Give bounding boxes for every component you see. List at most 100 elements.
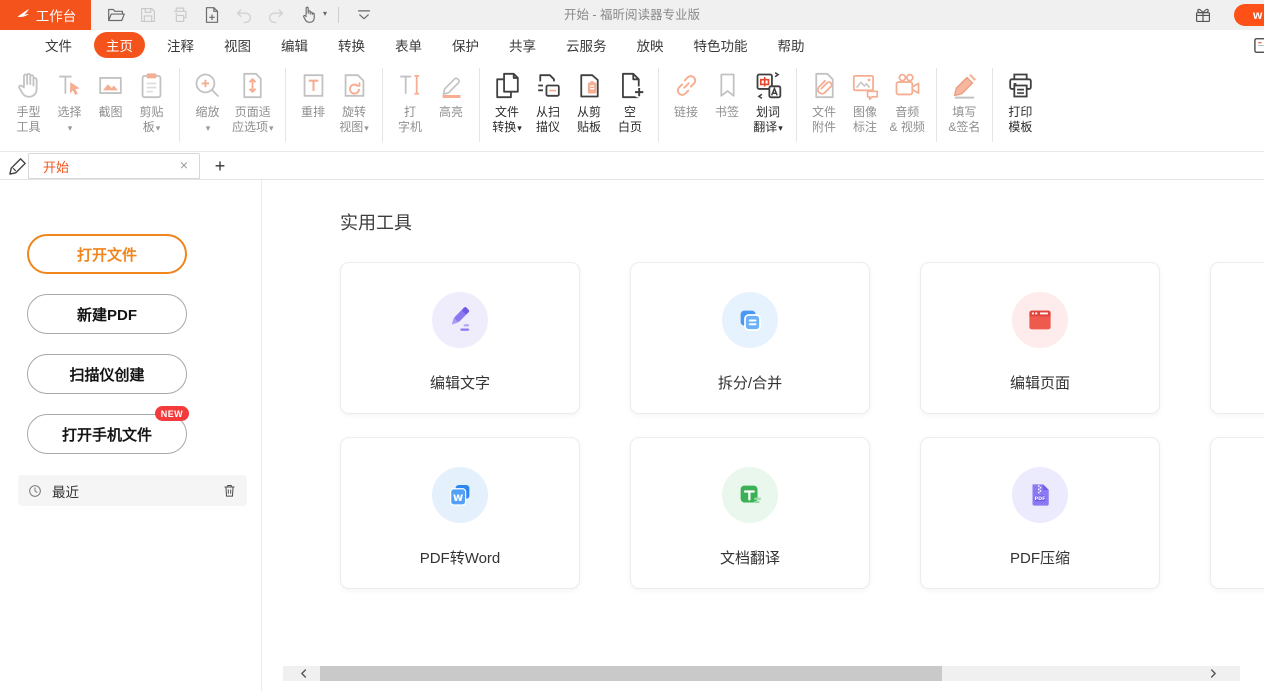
ribbon-button-label: 选择▾ [57, 105, 81, 136]
ribbon-button-label: 文件转换▾ [492, 105, 522, 136]
promo-button[interactable]: w [1234, 4, 1264, 26]
tab-close-icon[interactable]: × [175, 157, 193, 175]
from-scanner-button[interactable]: 从扫描仪 [528, 67, 569, 135]
ribbon-button-label: 链接 [674, 105, 698, 120]
pdf-compress-icon: PDF [1025, 480, 1055, 510]
menu-item[interactable]: 共享 [509, 35, 536, 55]
ribbon-button-label: 重排 [301, 105, 325, 120]
save-icon [137, 4, 159, 26]
card-label: 编辑页面 [921, 372, 1159, 393]
print-template-button[interactable]: 打印模板 [1000, 67, 1041, 135]
card-partial-1[interactable] [1210, 262, 1264, 414]
card-partial-2[interactable] [1210, 437, 1264, 589]
pdf-to-word-icon: w [445, 480, 475, 510]
trash-icon[interactable] [221, 482, 238, 499]
customize-toolbar-button[interactable] [353, 4, 375, 26]
link-icon [670, 69, 703, 102]
card-label: 文档翻译 [631, 547, 869, 568]
recent-bar[interactable]: 最近 [18, 475, 247, 506]
reflow-button[interactable]: 重排 [293, 67, 334, 120]
card-label: PDF压缩 [921, 547, 1159, 568]
snapshot-button[interactable]: 截图 [90, 67, 131, 120]
sidebar-buttons: 打开文件新建PDF 扫描仪创建打开手机文件NEW [0, 180, 261, 454]
undo-button[interactable] [233, 4, 255, 26]
menu-item[interactable]: 云服务 [566, 35, 607, 55]
open-folder-icon [105, 4, 127, 26]
button-label: 扫描仪创建 [69, 367, 144, 384]
new-tab-button[interactable]: + [209, 154, 231, 178]
sidebar-new-pdf-button[interactable]: 新建PDF [27, 294, 187, 334]
scroll-right-icon[interactable] [1204, 667, 1222, 680]
fill-sign-button[interactable]: 填写&签名 [944, 67, 985, 135]
card-edit-page[interactable]: 编辑页面 [920, 262, 1160, 414]
button-label: 新建PDF [77, 307, 137, 324]
card-pdf-compress[interactable]: PDF PDF压缩 [920, 437, 1160, 589]
scroll-left-icon[interactable] [295, 667, 313, 680]
ribbon-button-label: 页面适应选项▾ [232, 105, 274, 136]
highlight-button[interactable]: 高亮 [431, 67, 472, 120]
page-fit-button[interactable]: 页面适应选项▾ [228, 67, 278, 136]
sidebar-open-mobile-file-button[interactable]: 打开手机文件NEW [27, 414, 187, 454]
open-folder-button[interactable] [105, 4, 127, 26]
menu-item[interactable]: 注释 [167, 35, 194, 55]
from-clipboard-icon [573, 69, 606, 102]
hand-tool-button[interactable]: 手型工具 [8, 67, 49, 135]
doc-translate-icon [735, 480, 765, 510]
menu-item[interactable]: 主页 [94, 32, 145, 58]
link-button[interactable]: 链接 [666, 67, 707, 120]
bookmark-button[interactable]: 书签 [707, 67, 748, 120]
from-clipboard-button[interactable]: 从剪贴板 [569, 67, 610, 135]
clipped-toolbar-icon[interactable] [1253, 37, 1264, 54]
dropdown-caret-icon: ▾ [323, 9, 327, 18]
clipboard-button[interactable]: 剪贴板▾ [131, 67, 172, 136]
sidebar-scanner-create-button[interactable]: 扫描仪创建 [27, 354, 187, 394]
horizontal-scrollbar[interactable] [283, 666, 1240, 681]
file-convert-icon [491, 69, 524, 102]
file-convert-button[interactable]: 文件转换▾ [487, 67, 528, 136]
image-annotation-icon [849, 69, 882, 102]
foxit-logo-icon [15, 7, 31, 23]
menu-item[interactable]: 表单 [395, 35, 422, 55]
save-button[interactable] [137, 4, 159, 26]
typewriter-button[interactable]: 打字机 [390, 67, 431, 135]
menu-item[interactable]: 保护 [452, 35, 479, 55]
card-doc-translate[interactable]: 文档翻译 [630, 437, 870, 589]
file-attachment-button[interactable]: 文件附件 [804, 67, 845, 135]
recent-label: 最近 [52, 481, 221, 501]
menu-item[interactable]: 特色功能 [694, 35, 748, 55]
pen-icon[interactable] [7, 155, 29, 177]
sidebar-open-file-button[interactable]: 打开文件 [27, 234, 187, 274]
blank-page-button[interactable]: 空白页 [610, 67, 651, 135]
menu-item[interactable]: 帮助 [778, 35, 805, 55]
select-tool-button[interactable]: 选择▾ [49, 67, 90, 136]
image-annotation-button[interactable]: 图像标注 [845, 67, 886, 135]
card-pdf-to-word[interactable]: wPDF转Word [340, 437, 580, 589]
snapshot-icon [94, 69, 127, 102]
rotate-view-button[interactable]: 旋转视图▾ [334, 67, 375, 136]
hand-pointer-button[interactable]: ▾ [297, 4, 319, 26]
menu-item[interactable]: 转换 [338, 35, 365, 55]
file-attachment-icon [808, 69, 841, 102]
gift-button[interactable] [1192, 4, 1214, 26]
tab-start[interactable]: 开始 × [28, 153, 200, 179]
new-page-button[interactable] [201, 4, 223, 26]
new-page-icon [201, 4, 223, 26]
menu-item[interactable]: 视图 [224, 35, 251, 55]
gift-icon [1192, 4, 1214, 26]
audio-video-button[interactable]: 音频& 视频 [886, 67, 929, 135]
card-split-merge[interactable]: 拆分/合并 [630, 262, 870, 414]
tab-label: 开始 [43, 157, 175, 176]
menu-item[interactable]: 文件 [45, 35, 72, 55]
translate-button[interactable]: 划词翻译▾ [748, 67, 789, 136]
ribbon-button-label: 音频& 视频 [890, 105, 925, 135]
redo-button[interactable] [265, 4, 287, 26]
ribbon-button-label: 空白页 [618, 105, 642, 135]
ribbon-button-label: 旋转视图▾ [339, 105, 369, 136]
menu-item[interactable]: 放映 [637, 35, 664, 55]
card-edit-text[interactable]: 编辑文字 [340, 262, 580, 414]
zoom-tool-button[interactable]: 缩放▾ [187, 67, 228, 136]
scrollbar-thumb[interactable] [320, 666, 942, 681]
menu-item[interactable]: 编辑 [281, 35, 308, 55]
workspace-button[interactable]: 工作台 [0, 0, 91, 30]
print-button[interactable] [169, 4, 191, 26]
